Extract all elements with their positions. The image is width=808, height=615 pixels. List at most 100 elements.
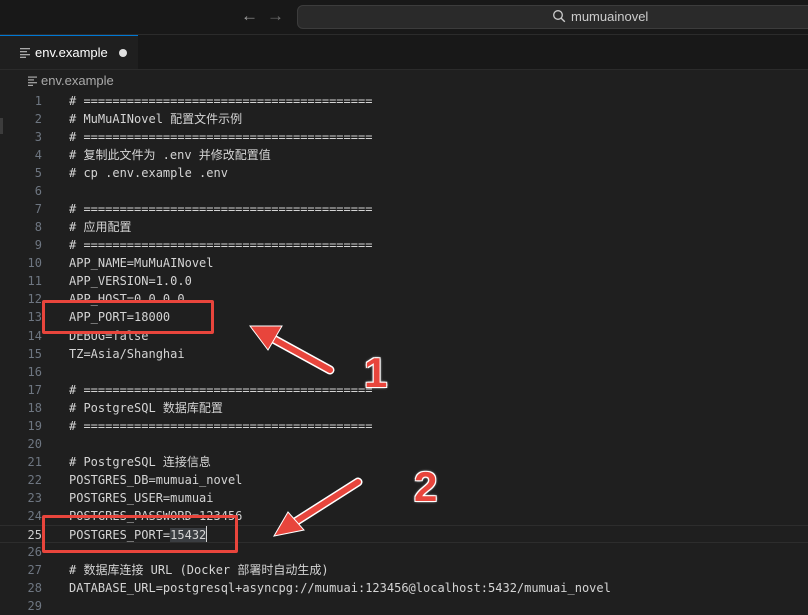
code-line[interactable]: 18 # PostgreSQL 数据库配置 <box>0 399 808 417</box>
line-number: 21 <box>27 454 42 469</box>
annotation-number-2: 2 <box>414 463 438 510</box>
code-text: POSTGRES_PASSWORD=123456 <box>69 507 242 525</box>
annotation-number-1: 1 <box>364 349 388 396</box>
code-line[interactable]: 6 <box>0 182 808 200</box>
arrow-right-icon[interactable]: → <box>267 6 284 26</box>
code-line[interactable]: 5 # cp .env.example .env <box>0 164 808 182</box>
code-text-content: # 数据库连接 URL (Docker 部署时自动生成) <box>69 563 329 578</box>
code-text-content: TZ=Asia/Shanghai <box>69 346 185 361</box>
code-text: APP_NAME=MuMuAINovel <box>69 254 214 272</box>
code-line[interactable]: 17 # ====================================… <box>0 381 808 399</box>
code-text: APP_PORT=18000 <box>69 308 170 326</box>
code-text-content: APP_PORT=18000 <box>69 310 171 325</box>
code-line[interactable]: 9 # =====================================… <box>0 236 808 254</box>
code-text-content: # cp .env.example .env <box>69 166 228 181</box>
code-text: # 应用配置 <box>69 218 131 236</box>
tab-bar: env.example <box>0 35 808 70</box>
line-number: 28 <box>27 581 42 596</box>
code-line[interactable]: 14 DEBUG=false <box>0 327 808 345</box>
code-line[interactable]: 29 <box>0 597 808 615</box>
code-line[interactable]: 1 # =====================================… <box>0 92 808 110</box>
code-line[interactable]: 15 TZ=Asia/Shanghai <box>0 345 808 363</box>
code-text-content: # ======================================… <box>69 238 373 253</box>
code-text: # ======================================… <box>69 200 372 218</box>
code-line[interactable]: 20 <box>0 435 808 453</box>
code-line[interactable]: 13 APP_PORT=18000 <box>0 308 808 326</box>
code-line[interactable]: 16 <box>0 363 808 381</box>
code-line[interactable]: 2 # MuMuAINovel 配置文件示例 <box>0 110 808 128</box>
line-number: 1 <box>34 94 42 108</box>
line-number: 24 <box>27 508 42 523</box>
line-number: 15 <box>27 346 42 361</box>
code-text-content: # ======================================… <box>69 202 373 217</box>
code-text-content: APP_NAME=MuMuAINovel <box>69 256 214 271</box>
code-line[interactable]: 25 POSTGRES_PORT=15432 <box>0 524 808 544</box>
lines-file-icon <box>20 48 30 58</box>
tab-env-example[interactable]: env.example <box>0 35 138 69</box>
code-text-content: # ======================================… <box>69 382 373 397</box>
code-text-content: # 应用配置 <box>69 220 132 235</box>
code-text: APP_HOST=0.0.0.0 <box>69 290 185 308</box>
code-text: # PostgreSQL 连接信息 <box>69 453 211 471</box>
line-number: 19 <box>27 418 42 433</box>
line-number: 14 <box>27 328 42 343</box>
code-line[interactable]: 26 <box>0 543 808 561</box>
unsaved-dot-icon[interactable] <box>119 49 127 57</box>
code-line[interactable]: 8 # 应用配置 <box>0 218 808 236</box>
code-text-content: POSTGRES_PASSWORD=123456 <box>69 508 243 523</box>
code-text: # ======================================… <box>69 92 372 110</box>
line-number: 12 <box>27 292 42 307</box>
line-number: 20 <box>27 436 42 451</box>
code-line[interactable]: 21 # PostgreSQL 连接信息 <box>0 453 808 471</box>
code-line[interactable]: 19 # ====================================… <box>0 417 808 435</box>
code-text-content: POSTGRES_DB=mumuai_novel <box>69 472 243 487</box>
code-text: # cp .env.example .env <box>69 164 228 182</box>
code-text: DATABASE_URL=postgresql+asyncpg://mumuai… <box>69 579 611 597</box>
code-line[interactable]: 7 # =====================================… <box>0 200 808 218</box>
line-number: 29 <box>27 599 42 614</box>
tab-label: env.example <box>35 45 108 60</box>
code-line[interactable]: 24 POSTGRES_PASSWORD=123456 <box>0 507 808 525</box>
code-text: DEBUG=false <box>69 327 148 345</box>
code-text-content: # PostgreSQL 数据库配置 <box>69 400 223 415</box>
code-line[interactable]: 10 APP_NAME=MuMuAINovel <box>0 254 808 272</box>
line-number: 25 <box>27 527 42 542</box>
code-text-content: DATABASE_URL=postgresql+asyncpg://mumuai… <box>69 581 611 596</box>
code-line[interactable]: 23 POSTGRES_USER=mumuai <box>0 489 808 507</box>
code-text-content: POSTGRES_PORT= <box>69 527 171 542</box>
code-line[interactable]: 27 # 数据库连接 URL (Docker 部署时自动生成) <box>0 561 808 579</box>
line-number: 5 <box>34 166 42 181</box>
code-text: # ======================================… <box>69 236 372 254</box>
code-text: POSTGRES_PORT=15432 <box>69 526 207 544</box>
code-text: APP_VERSION=1.0.0 <box>69 272 192 290</box>
code-text-content: APP_VERSION=1.0.0 <box>69 274 192 289</box>
code-text: # ======================================… <box>69 128 372 146</box>
code-text-content: # PostgreSQL 连接信息 <box>69 454 211 469</box>
code-editor[interactable]: 1 # =====================================… <box>0 92 808 614</box>
line-number: 6 <box>34 184 42 199</box>
code-line[interactable]: 28 DATABASE_URL=postgresql+asyncpg://mumu… <box>0 579 808 597</box>
line-number: 8 <box>34 220 42 235</box>
arrow-left-icon[interactable]: ← <box>241 6 258 26</box>
code-text: POSTGRES_USER=mumuai <box>69 489 214 507</box>
code-text-content: # ======================================… <box>69 130 373 145</box>
code-line[interactable]: 3 # =====================================… <box>0 128 808 146</box>
code-text-content: POSTGRES_USER=mumuai <box>69 490 214 505</box>
code-line[interactable]: 22 POSTGRES_DB=mumuai_novel <box>0 471 808 489</box>
code-text-content: # ======================================… <box>69 94 373 108</box>
command-center-search[interactable]: mumuainovel <box>297 5 808 29</box>
code-line[interactable]: 4 # 复制此文件为 .env 并修改配置值 <box>0 146 808 164</box>
line-number: 17 <box>27 382 42 397</box>
code-text: # 复制此文件为 .env 并修改配置值 <box>69 146 271 164</box>
selected-text: 15432 <box>170 527 207 542</box>
title-bar: ← → mumuainovel <box>0 0 808 35</box>
code-line[interactable]: 12 APP_HOST=0.0.0.0 <box>0 290 808 308</box>
search-text: mumuainovel <box>571 9 649 24</box>
code-line[interactable]: 11 APP_VERSION=1.0.0 <box>0 272 808 290</box>
code-text: # 数据库连接 URL (Docker 部署时自动生成) <box>69 561 329 579</box>
line-number: 26 <box>27 545 42 559</box>
line-number: 11 <box>27 274 42 289</box>
breadcrumb-file[interactable]: env.example <box>41 73 114 89</box>
line-number: 27 <box>27 563 42 578</box>
breadcrumb: env.example <box>0 70 808 92</box>
